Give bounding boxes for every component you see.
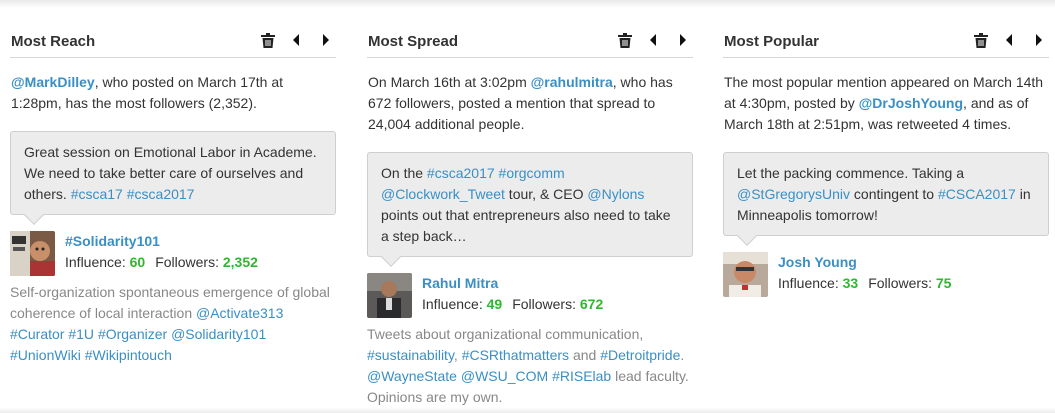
- hashtag-link[interactable]: #csca2017: [127, 186, 195, 202]
- most-reach-card: Most Reach @MarkDilley, who posted on Ma…: [10, 28, 336, 366]
- card-title: Most Popular: [724, 33, 820, 50]
- hashtag-link[interactable]: #csca2017: [427, 165, 495, 181]
- card-controls: [617, 32, 691, 48]
- bio-link[interactable]: #Curator: [10, 326, 64, 342]
- trash-icon[interactable]: [973, 32, 989, 48]
- summary-text: On March 16th at 3:02pm @rahulmitra, who…: [368, 74, 673, 132]
- bio-link[interactable]: #1U: [68, 326, 94, 342]
- previous-arrow-icon[interactable]: [645, 32, 661, 48]
- followers-value: 672: [579, 296, 604, 312]
- bio-link[interactable]: #UnionWiki: [10, 347, 81, 363]
- user-profile: #Solidarity101 Influence: 60 Followers: 2…: [10, 231, 336, 276]
- bio-link[interactable]: @Activate313: [196, 305, 283, 321]
- influence-value: 49: [486, 296, 503, 312]
- tweet-bubble: Great session on Emotional Labor in Acad…: [10, 131, 336, 215]
- card-title: Most Spread: [368, 33, 459, 50]
- user-handle-link[interactable]: @MarkDilley: [11, 74, 95, 90]
- followers-value: 75: [935, 275, 952, 291]
- card-controls: [260, 32, 334, 48]
- bio-link[interactable]: #RISElab: [552, 368, 611, 384]
- avatar[interactable]: [367, 273, 412, 318]
- card-header: Most Reach: [10, 28, 336, 58]
- mention-link[interactable]: @StGregorysUniv: [737, 186, 850, 202]
- tweet-bubble: Let the packing commence. Taking a @StGr…: [723, 152, 1049, 236]
- bio-link[interactable]: @Solidarity101: [171, 326, 266, 342]
- card-controls: [973, 32, 1047, 48]
- tweet-bubble: On the #csca2017 #orgcomm @Clockwork_Twe…: [367, 152, 693, 257]
- next-arrow-icon[interactable]: [675, 32, 691, 48]
- user-stats: Influence: 33 Followers: 75: [778, 275, 952, 291]
- mention-link[interactable]: @Nylons: [587, 186, 644, 202]
- previous-arrow-icon[interactable]: [1001, 32, 1017, 48]
- trash-icon[interactable]: [260, 32, 276, 48]
- summary-text: The most popular mention appeared on Mar…: [724, 74, 1044, 132]
- user-name-link[interactable]: Rahul Mitra: [422, 273, 603, 294]
- user-profile: Rahul Mitra Influence: 49 Followers: 672: [367, 273, 693, 318]
- user-bio: Tweets about organizational communicatio…: [367, 326, 689, 405]
- user-profile: Josh Young Influence: 33 Followers: 75: [723, 252, 1049, 297]
- user-info: Josh Young Influence: 33 Followers: 75: [778, 252, 951, 294]
- next-arrow-icon[interactable]: [318, 32, 334, 48]
- bio-link[interactable]: #Detroitpride: [600, 347, 680, 363]
- next-arrow-icon[interactable]: [1031, 32, 1047, 48]
- influence-value: 60: [129, 254, 146, 270]
- trash-icon[interactable]: [617, 32, 633, 48]
- card-header: Most Popular: [723, 28, 1049, 58]
- avatar[interactable]: [723, 252, 768, 297]
- bottom-shadow: [0, 407, 1055, 413]
- user-handle-link[interactable]: @DrJoshYoung: [859, 95, 963, 111]
- bio-link[interactable]: #sustainability: [367, 347, 454, 363]
- user-info: #Solidarity101 Influence: 60 Followers: 2…: [65, 231, 258, 273]
- card-header: Most Spread: [367, 28, 693, 58]
- most-popular-card: Most Popular The most popular mention ap…: [723, 28, 1049, 297]
- bio-link[interactable]: #CSRthatmatters: [462, 347, 569, 363]
- top-shadow: [0, 0, 1055, 8]
- mention-link[interactable]: @Clockwork_Tweet: [381, 186, 505, 202]
- hashtag-link[interactable]: #orgcomm: [499, 165, 565, 181]
- previous-arrow-icon[interactable]: [288, 32, 304, 48]
- user-name-link[interactable]: Josh Young: [778, 252, 951, 273]
- user-info: Rahul Mitra Influence: 49 Followers: 672: [422, 273, 603, 315]
- user-bio: Self-organization spontaneous emergence …: [10, 284, 330, 363]
- bio-link[interactable]: @WSU_COM: [461, 368, 548, 384]
- user-stats: Influence: 60 Followers: 2,352: [65, 254, 258, 270]
- user-handle-link[interactable]: @rahulmitra: [531, 74, 613, 90]
- avatar[interactable]: [10, 231, 55, 276]
- bio-link[interactable]: @WayneState: [367, 368, 457, 384]
- bio-link[interactable]: #Organizer: [98, 326, 167, 342]
- summary-text: @MarkDilley, who posted on March 17th at…: [11, 74, 284, 111]
- user-stats: Influence: 49 Followers: 672: [422, 296, 604, 312]
- most-spread-card: Most Spread On March 16th at 3:02pm @rah…: [367, 28, 693, 408]
- hashtag-link[interactable]: #csca17: [71, 186, 123, 202]
- followers-value: 2,352: [222, 254, 258, 270]
- influence-value: 33: [842, 275, 859, 291]
- card-title: Most Reach: [11, 33, 96, 50]
- hashtag-link[interactable]: #CSCA2017: [938, 186, 1016, 202]
- bio-link[interactable]: #Wikipintouch: [85, 347, 172, 363]
- user-name-link[interactable]: #Solidarity101: [65, 231, 258, 252]
